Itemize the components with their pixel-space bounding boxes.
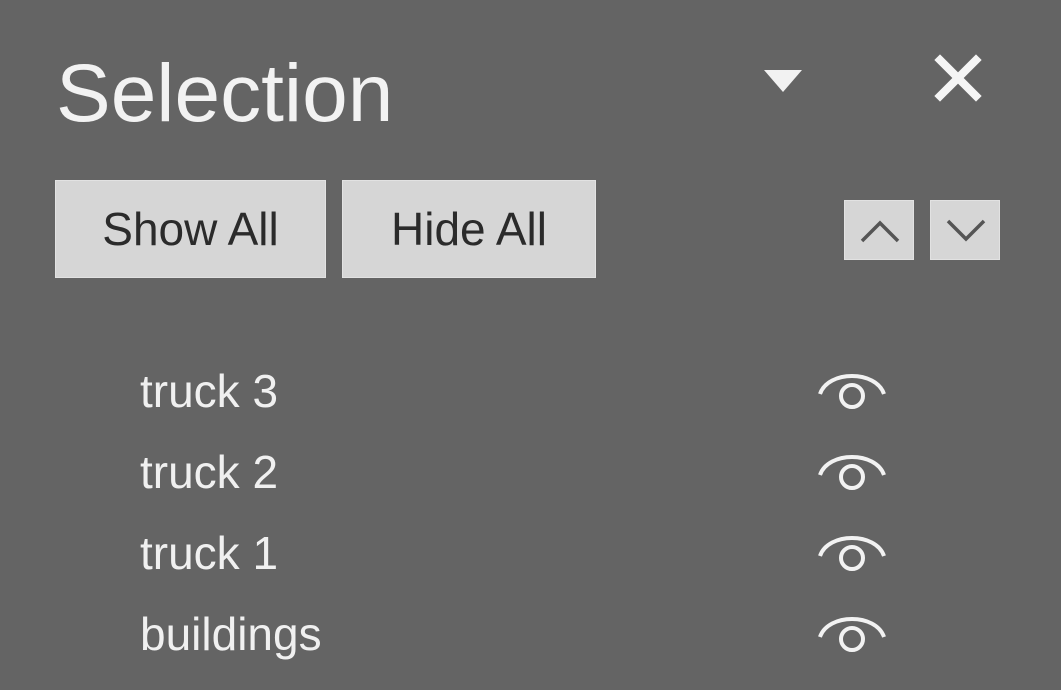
object-name: truck 3: [140, 365, 279, 417]
hide-all-button[interactable]: Hide All: [342, 180, 596, 278]
selection-pane: Selection Show All Hide All truck 3 truc…: [0, 0, 1061, 690]
object-name: buildings: [140, 608, 322, 660]
eye-icon: [818, 374, 886, 409]
pane-options-button[interactable]: [758, 62, 808, 98]
visibility-toggle[interactable]: [812, 603, 892, 667]
object-name: truck 1: [140, 527, 279, 579]
list-item[interactable]: truck 2: [0, 433, 1061, 514]
triangle-down-icon: [764, 70, 802, 92]
list-item[interactable]: buildings: [0, 595, 1061, 676]
visibility-toggle[interactable]: [812, 522, 892, 586]
chevron-down-icon: [946, 219, 986, 242]
chevron-up-icon: [860, 220, 900, 243]
list-item[interactable]: truck 3: [0, 352, 1061, 433]
visibility-toggle[interactable]: [812, 360, 892, 424]
send-backward-button[interactable]: [930, 200, 1000, 260]
eye-icon: [818, 455, 886, 490]
show-all-button[interactable]: Show All: [55, 180, 326, 278]
object-name: truck 2: [140, 446, 279, 498]
eye-icon: [818, 617, 886, 652]
visibility-toggle[interactable]: [812, 441, 892, 505]
close-button[interactable]: [928, 50, 988, 106]
list-item[interactable]: truck 1: [0, 514, 1061, 595]
close-icon: [934, 54, 982, 102]
bring-forward-button[interactable]: [844, 200, 914, 260]
pane-title: Selection: [56, 48, 394, 139]
eye-icon: [818, 536, 886, 571]
